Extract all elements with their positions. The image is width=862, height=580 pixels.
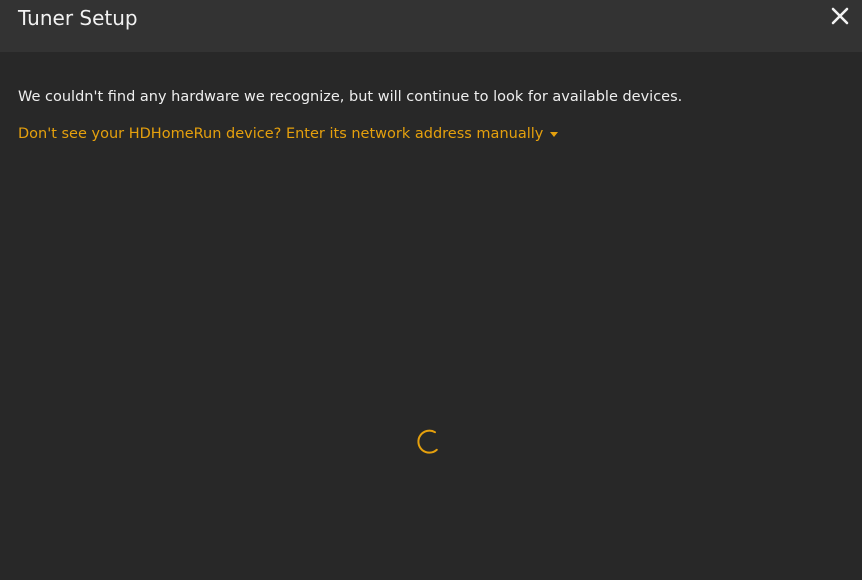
caret-down-icon <box>550 132 559 137</box>
manual-address-link[interactable]: Don't see your HDHomeRun device? Enter i… <box>18 124 559 144</box>
manual-address-link-label: Don't see your HDHomeRun device? Enter i… <box>18 126 544 142</box>
dialog-title: Tuner Setup <box>18 6 138 30</box>
close-button[interactable] <box>828 4 852 28</box>
no-hardware-message: We couldn't find any hardware we recogni… <box>18 89 683 105</box>
dialog-header: Tuner Setup <box>0 0 862 52</box>
close-icon <box>831 7 849 25</box>
loading-spinner-icon <box>417 429 438 454</box>
tuner-setup-dialog: Tuner Setup We couldn't find any hardwar… <box>0 0 862 580</box>
